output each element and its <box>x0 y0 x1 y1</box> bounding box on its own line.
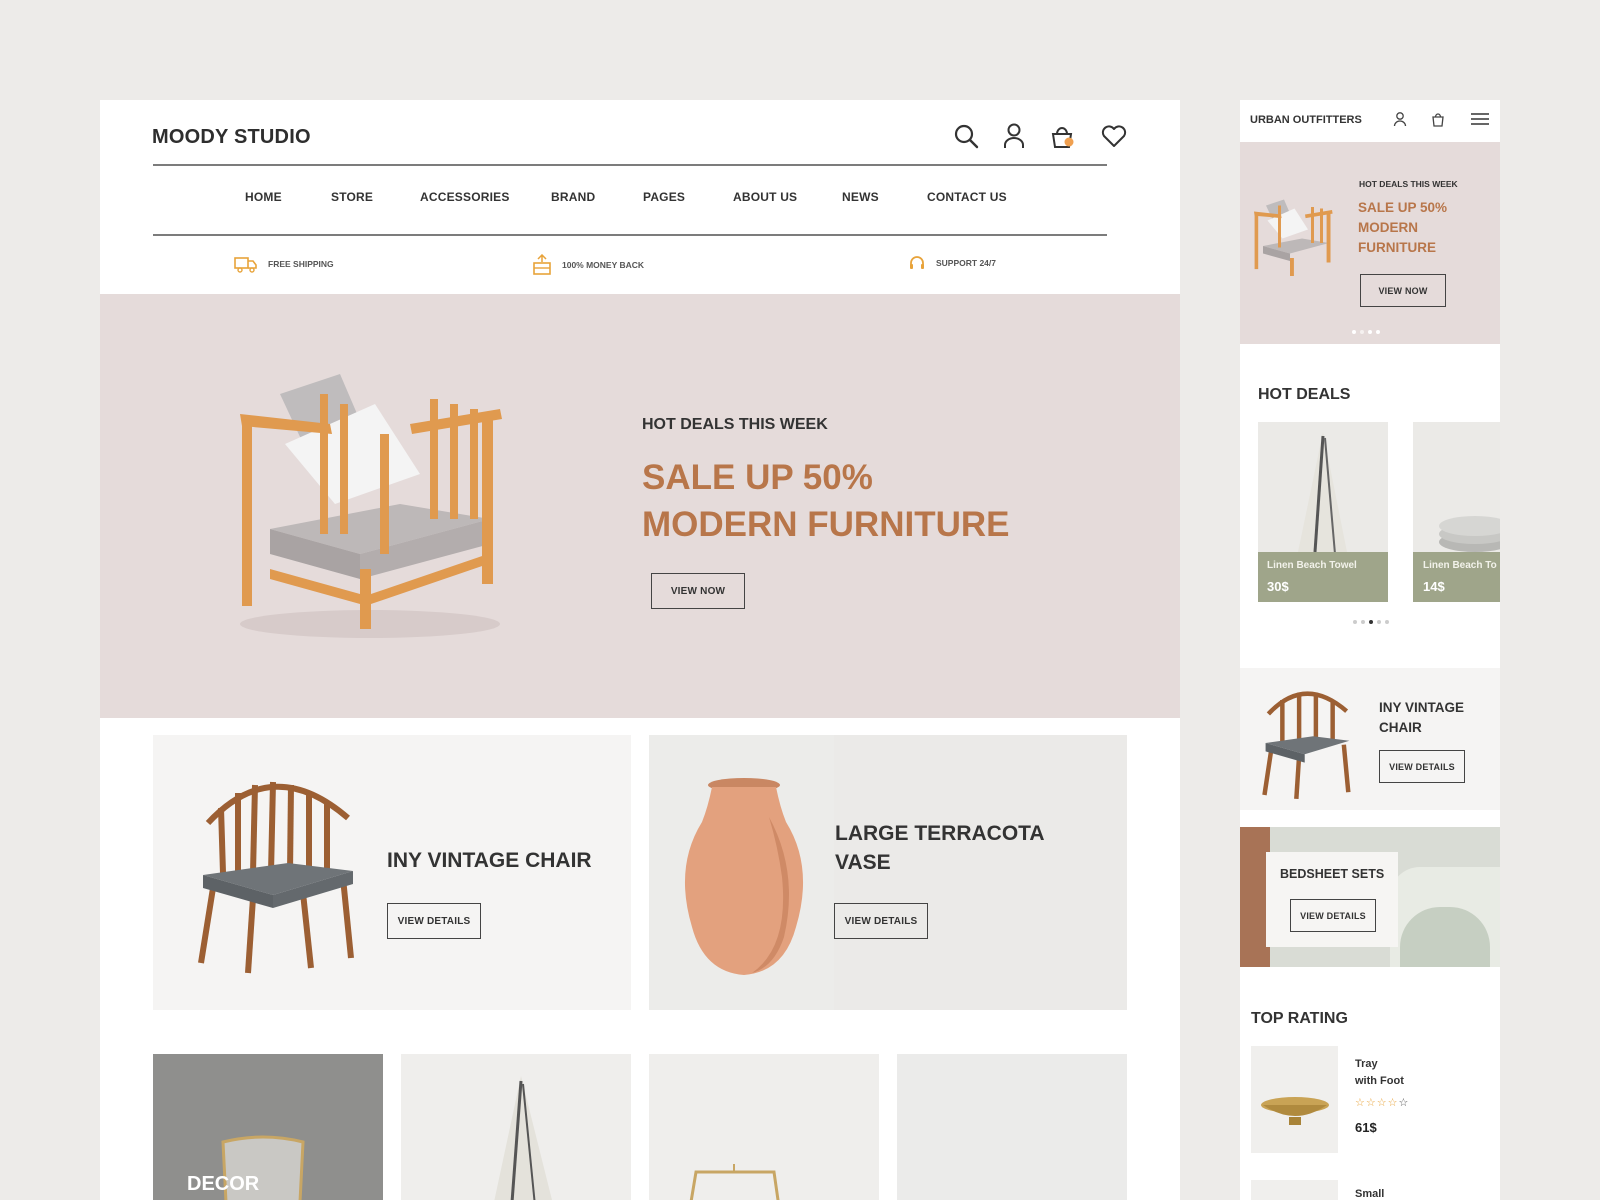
nav-contact-us[interactable]: CONTACT US <box>927 190 1007 204</box>
top-rating-thumb[interactable] <box>1251 1180 1338 1200</box>
tray-image <box>1261 1097 1329 1125</box>
money-back-icon <box>533 254 551 275</box>
search-icon[interactable] <box>952 122 980 150</box>
nav-brand[interactable]: BRAND <box>551 190 595 204</box>
category-card-2[interactable] <box>401 1054 631 1200</box>
mobile-cart-icon[interactable] <box>1430 111 1446 127</box>
mobile-user-icon[interactable] <box>1392 111 1408 127</box>
mobile-hero-line1: SALE UP 50% <box>1358 200 1448 215</box>
armchair-image <box>240 374 502 638</box>
user-icon[interactable] <box>1000 122 1028 150</box>
truck-icon <box>234 257 257 273</box>
star-icon: ☆ <box>1387 1097 1399 1109</box>
mobile-vintage-chair-image <box>1262 691 1351 800</box>
heart-icon[interactable] <box>1100 122 1128 150</box>
hero-headline-line1: SALE UP 50% <box>642 458 873 497</box>
mobile-hero-headline: SALE UP 50% MODERN FURNITURE <box>1358 198 1447 258</box>
category-card-3[interactable] <box>649 1054 879 1200</box>
hero-view-now-button[interactable]: VIEW NOW <box>651 573 745 609</box>
mobile-page: URBAN OUTFITTERS HOT DEALS THIS WEEK SAL… <box>1240 100 1500 1200</box>
mobile-promo-title-line2: CHAIR <box>1379 720 1422 735</box>
promo-card-vase[interactable]: LARGE TERRACOTA VASE VIEW DETAILS <box>649 735 1127 1010</box>
hot-deal-name: Linen Beach To <box>1423 560 1497 571</box>
star-icon: ☆ <box>1355 1097 1366 1109</box>
nav-about-us[interactable]: ABOUT US <box>733 190 797 204</box>
top-rating-heading: TOP RATING <box>1251 1010 1348 1027</box>
hero-headline-line2: MODERN FURNITURE <box>642 505 1010 544</box>
feature-money-back: 100% MONEY BACK <box>532 254 644 276</box>
feature-support: SUPPORT 24/7 <box>908 254 996 272</box>
main-nav: HOME STORE ACCESSORIES BRAND PAGES ABOUT… <box>153 190 1107 210</box>
hero-headline: SALE UP 50% MODERN FURNITURE <box>642 454 1009 548</box>
nav-home[interactable]: HOME <box>245 190 282 204</box>
hot-deal-price: 14$ <box>1423 579 1445 594</box>
category-card-4[interactable] <box>897 1054 1127 1200</box>
promo-vase-view-details-button[interactable]: VIEW DETAILS <box>834 903 928 939</box>
category-decor-label: DECOR <box>187 1173 260 1195</box>
nav-divider <box>153 234 1107 236</box>
hot-deal-name: Linen Beach Towel <box>1267 560 1357 571</box>
menu-icon[interactable] <box>1470 112 1490 126</box>
top-rating-item-title-line1: Tray <box>1355 1058 1378 1070</box>
mobile-promo-chair[interactable]: INY VINTAGE CHAIR VIEW DETAILS <box>1240 668 1500 810</box>
headset-icon <box>910 256 924 269</box>
mobile-hero-view-now-button[interactable]: VIEW NOW <box>1360 274 1446 307</box>
plates-image <box>1439 516 1500 552</box>
mobile-promo-view-details-button[interactable]: VIEW DETAILS <box>1379 750 1465 783</box>
promo-card-chair[interactable]: INY VINTAGE CHAIR VIEW DETAILS <box>153 735 631 1010</box>
star-icon: ☆ <box>1398 1097 1410 1109</box>
mobile-promo-title-line1: INY VINTAGE <box>1379 700 1465 715</box>
towel-image <box>494 1076 552 1200</box>
top-rating-item-price: 61$ <box>1355 1120 1377 1135</box>
promo-chair-title: INY VINTAGE CHAIR <box>387 849 592 872</box>
mobile-hero: HOT DEALS THIS WEEK SALE UP 50% MODERN F… <box>1240 142 1500 344</box>
frame-image <box>689 1164 780 1200</box>
mobile-promo-title: INY VINTAGE CHAIR <box>1379 698 1464 738</box>
mobile-hero-line2: MODERN <box>1358 220 1418 235</box>
hot-deal-card[interactable]: Linen Beach To 14$ <box>1413 422 1500 602</box>
mobile-hero-line3: FURNITURE <box>1358 240 1436 255</box>
feature-label: FREE SHIPPING <box>268 259 334 269</box>
hot-deal-card[interactable]: Linen Beach Towel 30$ <box>1258 422 1388 602</box>
site-logo[interactable]: MOODY STUDIO <box>152 126 311 149</box>
terracotta-vase-image <box>684 778 804 975</box>
cart-icon[interactable] <box>1048 122 1076 150</box>
top-rating-item-title[interactable]: Small <box>1355 1188 1384 1200</box>
hot-deals-dots[interactable] <box>1353 620 1389 624</box>
mobile-armchair-image <box>1254 199 1333 276</box>
top-rating-item-title-line2: with Foot <box>1355 1075 1404 1087</box>
mobile-hero-dots[interactable] <box>1352 330 1380 334</box>
bedsheet-banner[interactable]: BEDSHEET SETS VIEW DETAILS <box>1240 827 1500 967</box>
hero-kicker: HOT DEALS THIS WEEK <box>642 416 828 433</box>
vintage-chair-image <box>198 781 354 974</box>
promo-vase-title: LARGE TERRACOTA VASE <box>835 819 1045 877</box>
feature-label: SUPPORT 24/7 <box>936 258 996 268</box>
nav-accessories[interactable]: ACCESSORIES <box>420 190 510 204</box>
top-rating-item-title[interactable]: Tray with Foot <box>1355 1056 1404 1090</box>
hot-deal-price: 30$ <box>1267 579 1289 594</box>
feature-free-shipping: FREE SHIPPING <box>234 254 334 274</box>
bedsheet-view-details-button[interactable]: VIEW DETAILS <box>1290 899 1376 932</box>
bedsheet-title: BEDSHEET SETS <box>1280 867 1385 881</box>
header-divider <box>153 164 1107 166</box>
nav-store[interactable]: STORE <box>331 190 373 204</box>
mobile-brand[interactable]: URBAN OUTFITTERS <box>1250 114 1362 126</box>
star-icon: ☆ <box>1376 1097 1388 1109</box>
promo-chair-view-details-button[interactable]: VIEW DETAILS <box>387 903 481 939</box>
desktop-page: MOODY STUDIO HOME STORE ACCESSORIES BRAN… <box>100 100 1180 1200</box>
promo-vase-title-line2: VASE <box>835 851 891 874</box>
star-rating: ☆☆☆☆☆ <box>1355 1096 1409 1109</box>
hero-banner: HOT DEALS THIS WEEK SALE UP 50% MODERN F… <box>100 294 1180 718</box>
mobile-hero-kicker: HOT DEALS THIS WEEK <box>1359 179 1458 189</box>
top-rating-thumb[interactable] <box>1251 1046 1338 1153</box>
nav-news[interactable]: NEWS <box>842 190 879 204</box>
beach-towel-image <box>1298 432 1348 557</box>
star-icon: ☆ <box>1365 1097 1377 1109</box>
promo-vase-title-line1: LARGE TERRACOTA <box>835 822 1045 845</box>
hot-deals-heading: HOT DEALS <box>1258 386 1351 403</box>
nav-pages[interactable]: PAGES <box>643 190 685 204</box>
category-card-decor[interactable]: DECOR <box>153 1054 383 1200</box>
feature-label: 100% MONEY BACK <box>562 260 645 270</box>
